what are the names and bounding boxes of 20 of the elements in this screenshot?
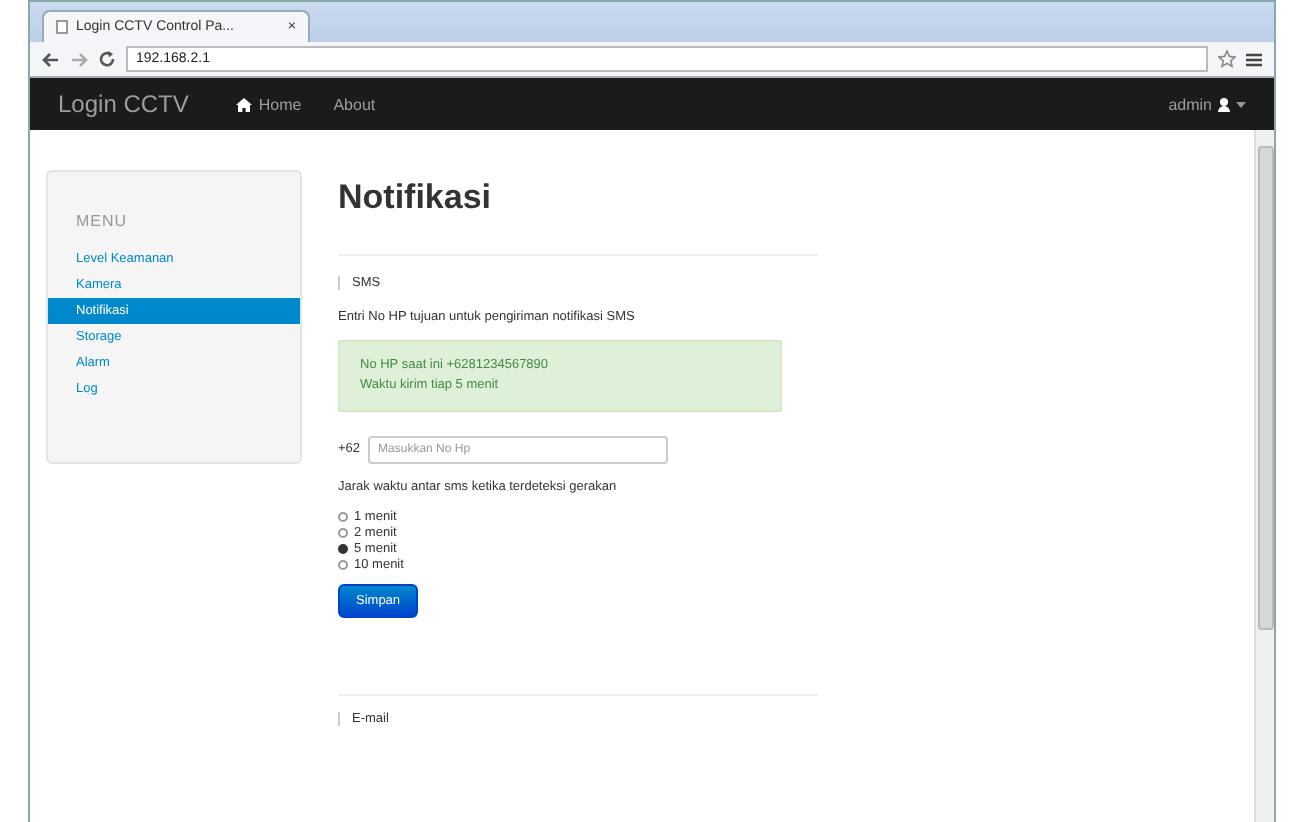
nav-link[interactable]: About	[333, 95, 376, 113]
scrollbar[interactable]	[1254, 130, 1274, 822]
radio-button[interactable]	[338, 543, 348, 553]
reload-icon[interactable]	[98, 50, 116, 68]
radio-button[interactable]	[338, 559, 348, 569]
user-icon	[1218, 97, 1230, 111]
home-icon	[236, 97, 253, 111]
radio-button[interactable]	[338, 511, 348, 521]
nav-link[interactable]: Home	[236, 95, 302, 113]
page-icon	[56, 20, 68, 34]
back-icon[interactable]	[42, 51, 60, 67]
menu-heading: MENU	[76, 212, 130, 230]
caret-icon	[1236, 101, 1246, 107]
user-menu[interactable]: admin	[1168, 95, 1246, 113]
brand-title[interactable]: Login CCTV	[58, 90, 189, 118]
menu-icon[interactable]	[1246, 51, 1262, 67]
page-title: Notifikasi	[338, 178, 494, 218]
radio-button[interactable]	[338, 527, 348, 537]
star-icon[interactable]	[1218, 50, 1236, 68]
forward-icon[interactable]	[70, 51, 88, 67]
